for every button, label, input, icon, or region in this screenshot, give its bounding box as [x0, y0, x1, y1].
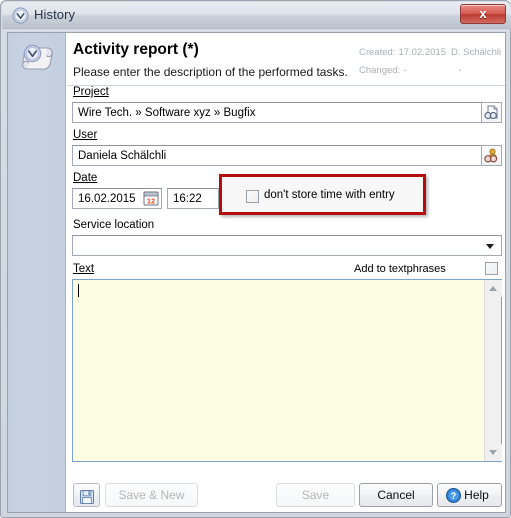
page-title: Activity report (*)	[73, 41, 199, 58]
created-date: 17.02.2015	[398, 47, 446, 58]
project-lookup-button[interactable]	[481, 102, 502, 123]
user-lookup-button[interactable]	[481, 145, 502, 166]
service-location-label: Service location	[73, 219, 154, 231]
created-label: Created:	[359, 47, 396, 58]
text-input[interactable]	[73, 280, 484, 461]
dialog-main-pane: Activity report (*) Please enter the des…	[67, 33, 505, 512]
project-label: Project	[73, 86, 109, 98]
dialog-content: Activity report (*) Please enter the des…	[7, 32, 506, 513]
service-location-select[interactable]	[72, 235, 502, 256]
close-button[interactable]: x	[460, 4, 506, 24]
dont-store-time-checkbox[interactable]	[246, 190, 259, 203]
text-scrollbar[interactable]	[484, 280, 502, 461]
dialog-footer: Save & New Save Cancel ? Help	[67, 479, 505, 512]
history-scroll-clock-icon	[14, 36, 60, 82]
created-meta: Created: 17.02.2015 D. Schälchli	[359, 47, 501, 58]
activity-report-form: Project Wire Tech. » Software xyz » Bugf…	[67, 86, 505, 478]
svg-text:12: 12	[147, 196, 155, 205]
text-area-container	[72, 279, 502, 462]
help-button-label: Help	[464, 488, 489, 502]
project-label-text: Project	[73, 86, 109, 98]
help-button[interactable]: ? Help	[437, 483, 502, 507]
scroll-up-icon[interactable]	[485, 280, 502, 297]
save-icon-button[interactable]	[73, 483, 100, 507]
date-label: Date	[73, 172, 97, 184]
changed-meta: Changed: - -	[359, 65, 462, 76]
window-title: History	[34, 7, 76, 22]
created-user: D. Schälchli	[450, 47, 502, 58]
text-label-text: Text	[73, 263, 95, 275]
cancel-button[interactable]: Cancel	[359, 483, 433, 507]
close-icon: x	[479, 6, 487, 21]
user-lookup-icon	[482, 148, 501, 168]
dont-store-time-highlight: don't store time with entry	[219, 174, 426, 215]
add-to-textphrases-checkbox[interactable]	[485, 262, 498, 275]
date-label-text: Date	[73, 172, 98, 184]
user-label: User	[73, 129, 97, 141]
calendar-icon[interactable]: 12	[142, 189, 160, 207]
chevron-down-icon	[486, 244, 494, 249]
window-title-bar: History x	[2, 2, 511, 29]
project-input[interactable]: Wire Tech. » Software xyz » Bugfix	[72, 102, 502, 123]
save-button[interactable]: Save	[276, 483, 355, 507]
floppy-disk-icon	[80, 489, 94, 504]
user-input[interactable]: Daniela Schälchli	[72, 145, 502, 166]
save-and-new-button[interactable]: Save & New	[105, 483, 198, 507]
question-mark-icon: ?	[446, 488, 461, 503]
dialog-sidebar	[8, 33, 66, 512]
history-dialog-window: History x Activity report (*) Please ent…	[0, 0, 511, 518]
dont-store-time-label: don't store time with entry	[264, 189, 395, 201]
clock-icon	[12, 7, 29, 24]
changed-date: -	[403, 65, 407, 76]
time-input[interactable]: 16:22	[167, 188, 219, 209]
svg-text:?: ?	[451, 491, 457, 501]
document-lookup-icon	[482, 105, 501, 125]
scroll-down-icon[interactable]	[485, 444, 502, 461]
changed-user: -	[458, 65, 462, 76]
changed-label: Changed:	[359, 65, 401, 76]
text-label: Text	[73, 263, 94, 275]
service-location-label-text: Service location	[73, 219, 155, 231]
add-to-textphrases-label: Add to textphrases	[354, 263, 446, 275]
page-subtitle: Please enter the description of the perf…	[73, 65, 348, 79]
user-label-text: User	[73, 129, 98, 141]
text-caret	[78, 284, 79, 297]
dialog-header: Activity report (*) Please enter the des…	[67, 33, 505, 86]
